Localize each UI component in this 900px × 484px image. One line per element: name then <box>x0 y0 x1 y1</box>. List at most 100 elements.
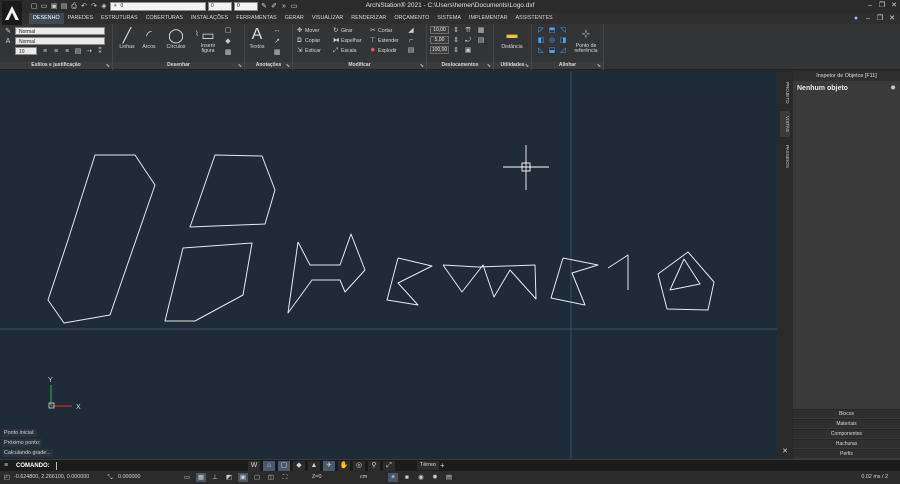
menu-estruturas[interactable]: ESTRUTURAS <box>97 13 142 24</box>
align-mr-icon[interactable]: ◨ <box>558 36 568 45</box>
array-icon[interactable]: ▤ <box>406 46 416 55</box>
add-floor-icon[interactable]: + <box>440 461 445 470</box>
shape-letter-e[interactable] <box>386 257 433 306</box>
table-icon[interactable]: ▦ <box>272 48 282 57</box>
home-icon[interactable]: ⌂ <box>263 461 275 471</box>
app-logo-icon[interactable] <box>2 1 22 25</box>
dyn-icon[interactable]: ◫ <box>266 473 276 482</box>
word-icon[interactable]: W <box>248 461 260 471</box>
command-menu-icon[interactable]: ≡ <box>4 462 8 469</box>
shape-parallelogram-tall[interactable] <box>47 154 156 324</box>
render-icon[interactable]: ◉ <box>416 473 426 482</box>
tab-vistas[interactable]: VISTAS <box>780 111 790 137</box>
text-style-icon[interactable]: A <box>3 37 13 46</box>
drawing-viewport[interactable]: Y X Ponto inicial: Próximo ponto: Calcul… <box>0 71 777 459</box>
explode-button[interactable]: ✸ Explodir <box>370 46 397 55</box>
offset-grid-icon[interactable]: ▦ <box>476 26 486 35</box>
field-b[interactable]: 0 <box>234 2 258 11</box>
align-bl-icon[interactable]: ◺ <box>536 46 546 55</box>
redo-icon[interactable]: ↷ <box>90 3 98 11</box>
display-icon[interactable]: ■ <box>402 473 412 482</box>
offset-field-2[interactable]: 5,00 <box>430 36 449 44</box>
chamfer-icon[interactable]: ⌐ <box>406 36 416 45</box>
inspector-hachuras-button[interactable]: Hachuras <box>793 439 900 448</box>
grid-icon[interactable]: ▦ <box>223 48 233 57</box>
spin-icon-3[interactable]: ⇕ <box>451 46 461 55</box>
match-style-icon[interactable]: ⇢ <box>84 47 94 56</box>
spin-icon-1[interactable]: ⇕ <box>451 26 461 35</box>
offset-up-icon[interactable]: ⇈ <box>463 26 473 35</box>
menu-instalacoes[interactable]: INSTALAÇÕES <box>187 13 232 24</box>
menu-implementar[interactable]: IMPLEMENTAR <box>465 13 512 24</box>
doc-restore-icon[interactable]: ❐ <box>876 14 884 23</box>
shape-letter-m[interactable] <box>442 264 537 300</box>
zoom-extents-icon[interactable]: ⤢ <box>383 461 395 471</box>
align-tr-icon[interactable]: ◹ <box>558 26 568 35</box>
panel-utilities-launcher-icon[interactable]: ⬊ <box>525 63 529 69</box>
leader-icon[interactable]: ↗ <box>272 37 282 46</box>
panel-modify-launcher-icon[interactable]: ⬊ <box>420 63 424 69</box>
panel-annotations-launcher-icon[interactable]: ⬊ <box>286 63 290 69</box>
style-extra-icon[interactable]: ⁑ <box>95 47 105 56</box>
polar-icon[interactable]: ◩ <box>224 473 234 482</box>
menu-orcamento[interactable]: ORÇAMENTO <box>390 13 433 24</box>
gear-icon[interactable]: ✹ <box>890 84 896 92</box>
panel-align-launcher-icon[interactable]: ⬊ <box>597 63 601 69</box>
new-file-icon[interactable]: ▢ <box>30 3 38 11</box>
justify-center-icon[interactable]: ≡ <box>51 47 61 56</box>
undo-icon[interactable]: ↶ <box>80 3 88 11</box>
shape-letter-r[interactable] <box>550 257 599 306</box>
insert-figure-button[interactable]: ▭ Inserir figura <box>197 26 219 54</box>
cut-button[interactable]: ✂ Cortar <box>370 26 392 35</box>
inspector-materiais-button[interactable]: Materiais <box>793 419 900 428</box>
spin-icon-2[interactable]: ⇕ <box>451 36 461 45</box>
menu-renderizar[interactable]: RENDERIZAR <box>347 13 390 24</box>
menu-coberturas[interactable]: COBERTURAS <box>142 13 187 24</box>
offset-field-1[interactable]: 10,00 <box>430 26 449 34</box>
command-input[interactable] <box>56 462 246 470</box>
restore-icon[interactable]: ❐ <box>878 1 886 10</box>
iso-view-icon[interactable]: ◆ <box>293 461 305 471</box>
align-br-icon[interactable]: ◿ <box>558 46 568 55</box>
offset-scale-icon[interactable]: ▣ <box>463 46 473 55</box>
panel-styles-launcher-icon[interactable]: ⬊ <box>106 63 110 69</box>
pencil-icon[interactable]: ✎ <box>260 3 268 11</box>
panel-offsets-launcher-icon[interactable]: ⬊ <box>487 63 491 69</box>
align-tl-icon[interactable]: ◸ <box>536 26 546 35</box>
menu-paredes[interactable]: PAREDES <box>64 13 97 24</box>
style-combo-2[interactable]: Normal <box>15 37 105 45</box>
walk-icon[interactable]: ✈ <box>323 461 335 471</box>
rectangle-icon[interactable]: ▢ <box>223 26 233 35</box>
extend-button[interactable]: ⊤ Estender <box>370 36 399 45</box>
floor-tab-terreo[interactable]: Térreo <box>417 461 439 470</box>
snap-corner-icon[interactable]: ◰ <box>2 473 12 482</box>
panel-draw-launcher-icon[interactable]: ⬊ <box>238 63 242 69</box>
save-as-icon[interactable]: ▤ <box>60 3 68 11</box>
reference-point-button[interactable]: ⊹ Ponto de referência <box>570 26 602 54</box>
justify-full-icon[interactable]: ▤ <box>73 47 83 56</box>
offset-field-3[interactable]: 100,00 <box>430 46 449 54</box>
shape-pentagon-inner[interactable] <box>669 258 701 291</box>
align-ml-icon[interactable]: ◧ <box>536 36 546 45</box>
angle-icon[interactable]: ⤡ <box>105 473 115 482</box>
save-icon[interactable]: ▣ <box>50 3 58 11</box>
shape-letter-stroke[interactable] <box>607 254 629 290</box>
texts-button[interactable]: A Textos <box>247 26 267 50</box>
zoom-icon[interactable]: ⚲ <box>368 461 380 471</box>
scale-button[interactable]: ⤢ Escala <box>333 46 357 55</box>
brush-icon[interactable]: ✐ <box>270 3 278 11</box>
forward-icon[interactable]: » <box>280 3 288 11</box>
track-icon[interactable]: ▢ <box>252 473 262 482</box>
settings-icon[interactable]: ✹ <box>430 473 440 482</box>
lineweight-icon[interactable]: ⛶ <box>280 473 290 482</box>
drawing-canvas[interactable]: Y X <box>0 71 777 459</box>
layer-select[interactable]: ☀ 0 <box>110 2 206 11</box>
field-a[interactable]: 0 <box>208 2 232 11</box>
menu-desenho[interactable]: DESENHO <box>29 13 64 24</box>
inspector-perfis-button[interactable]: Perfis <box>793 449 900 458</box>
pan-hand-icon[interactable]: ✋ <box>338 461 350 471</box>
ortho-icon[interactable]: ▭ <box>182 473 192 482</box>
offset-rotate-icon[interactable]: ⤾ <box>463 36 473 45</box>
rotate-button[interactable]: ↻ Girar <box>333 26 353 35</box>
osnap-icon[interactable]: ▣ <box>238 473 248 482</box>
